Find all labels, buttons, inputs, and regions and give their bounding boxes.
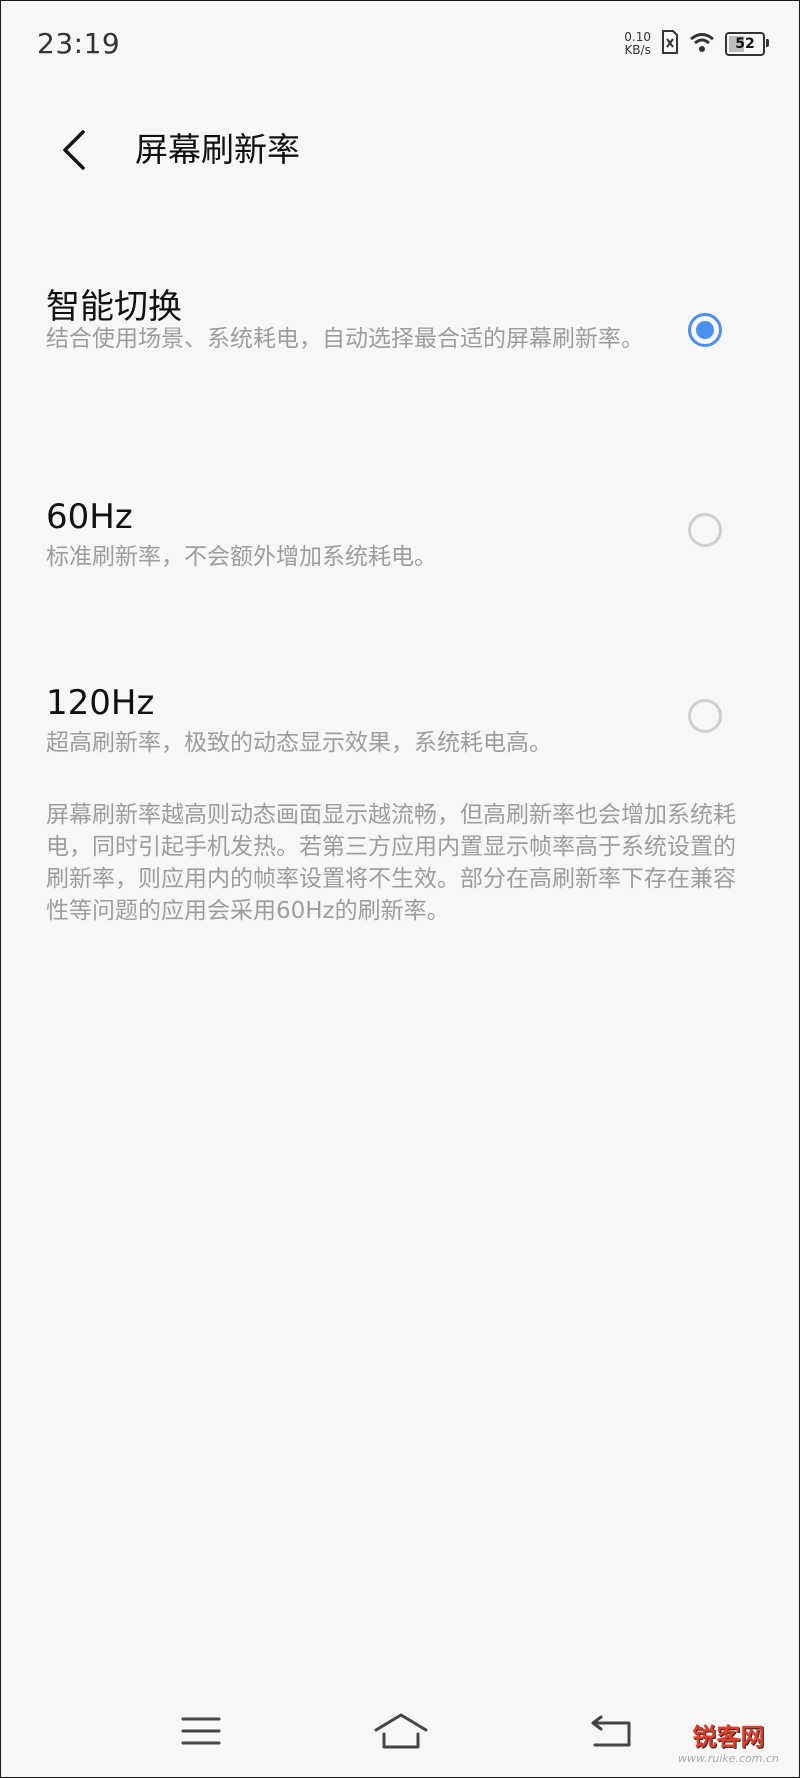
status-icons: 0.10 KB/s 52: [624, 27, 769, 61]
option-description: 标准刷新率，不会额外增加系统耗电。: [46, 544, 437, 570]
menu-icon: [181, 1717, 221, 1745]
watermark: 锐客网 www.ruike.com.cn: [678, 1717, 779, 1765]
page-title: 屏幕刷新率: [135, 130, 300, 169]
chevron-left-icon: [63, 130, 85, 170]
option-60hz[interactable]: 60Hz 标准刷新率，不会额外增加系统耗电。: [1, 489, 799, 579]
battery-icon: 52: [725, 32, 769, 56]
option-title: 120Hz: [46, 683, 155, 723]
watermark-text: 锐客网: [692, 1723, 765, 1751]
watermark-url: www.ruike.com.cn: [678, 1752, 779, 1765]
header: 屏幕刷新率: [1, 111, 799, 191]
option-smart-switch[interactable]: 智能切换 结合使用场景、系统耗电，自动选择最合适的屏幕刷新率。: [1, 271, 799, 401]
status-bar: 23:19 0.10 KB/s 52: [1, 1, 799, 91]
wifi-icon: [689, 31, 715, 57]
settings-screen: 23:19 0.10 KB/s 52 屏幕刷新率 智能切换 结合使用场景、系统耗…: [0, 0, 800, 1778]
option-description: 结合使用场景、系统耗电，自动选择最合适的屏幕刷新率。: [46, 326, 644, 352]
network-speed-unit: KB/s: [624, 43, 651, 57]
menu-button[interactable]: [171, 1701, 231, 1761]
radio-120hz[interactable]: [688, 699, 722, 733]
home-icon: [374, 1713, 428, 1749]
option-description: 超高刷新率，极致的动态显示效果，系统耗电高。: [46, 730, 552, 756]
home-button[interactable]: [371, 1701, 431, 1761]
radio-60hz[interactable]: [688, 513, 722, 547]
network-speed: 0.10 KB/s: [624, 31, 651, 57]
back-nav-button[interactable]: [581, 1701, 641, 1761]
battery-level: 52: [735, 36, 755, 52]
status-time: 23:19: [37, 27, 121, 60]
option-120hz[interactable]: 120Hz 超高刷新率，极致的动态显示效果，系统耗电高。: [1, 675, 799, 765]
radio-smart-switch[interactable]: [688, 313, 722, 347]
no-sim-icon: [661, 30, 679, 58]
footnote: 屏幕刷新率越高则动态画面显示越流畅，但高刷新率也会增加系统耗电，同时引起手机发热…: [46, 802, 736, 924]
option-title: 智能切换: [46, 287, 182, 327]
back-icon: [591, 1715, 631, 1747]
option-title: 60Hz: [46, 497, 133, 537]
back-button[interactable]: [49, 125, 99, 175]
